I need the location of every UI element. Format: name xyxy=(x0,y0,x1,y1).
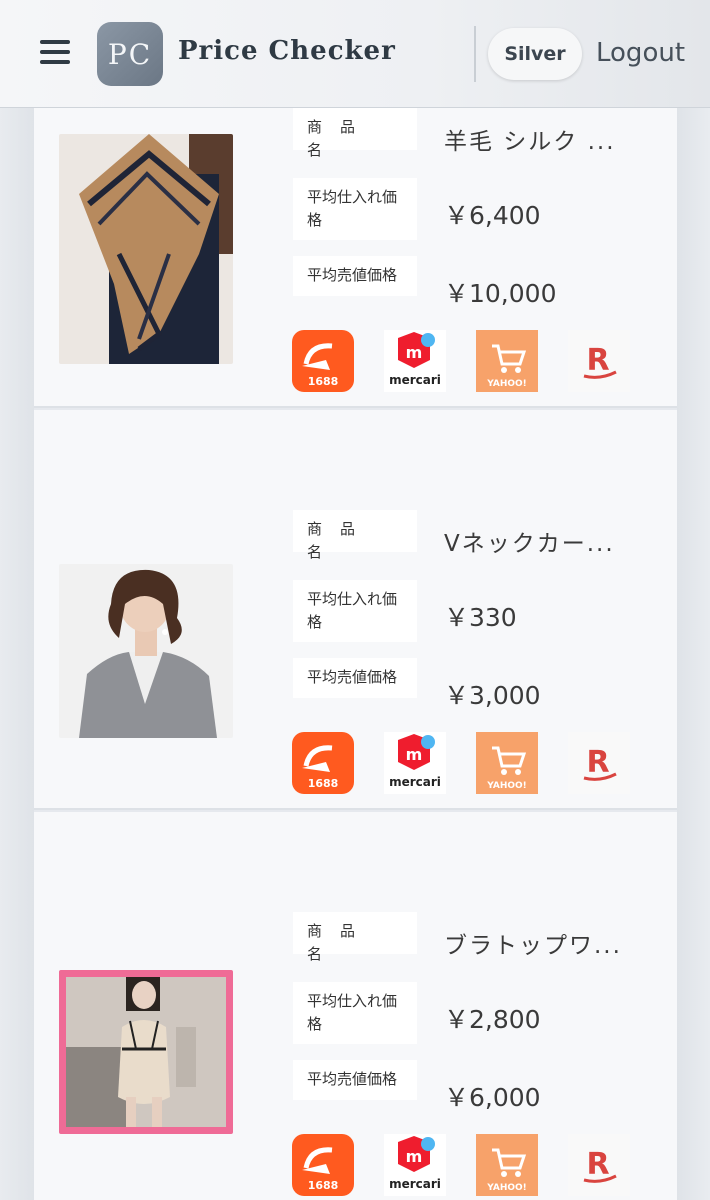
shop-1688-icon[interactable]: 1688 xyxy=(292,330,354,392)
label-avg-cost: 平均仕入れ価格 xyxy=(293,580,417,642)
label-product-name: 商品名 xyxy=(293,108,417,159)
avg-cost-value: ￥330 xyxy=(444,603,517,632)
product-card[interactable]: 商品名 ブラトップワ... 平均仕入れ価格 ￥2,800 平均売値価格 ￥6,0… xyxy=(34,812,677,1200)
svg-text:m: m xyxy=(406,1147,423,1166)
avg-sell-value: ￥6,000 xyxy=(444,1083,541,1112)
rakuten-icon[interactable]: R xyxy=(568,732,630,794)
app-header: PC Price Checker Silver Logout xyxy=(0,0,710,108)
app-title: Price Checker xyxy=(178,36,396,66)
svg-text:mercari: mercari xyxy=(389,1177,441,1191)
label-avg-cost: 平均仕入れ価格 xyxy=(293,178,417,240)
rakuten-icon[interactable]: R xyxy=(568,1134,630,1196)
svg-text:R: R xyxy=(586,1147,609,1182)
product-name: 羊毛 シルク ... xyxy=(444,129,616,155)
header-divider xyxy=(474,26,476,82)
yahoo-shopping-icon[interactable]: YAHOO! xyxy=(476,330,538,392)
label-avg-sell: 平均売値価格 xyxy=(293,658,417,698)
avg-sell-value: ￥3,000 xyxy=(444,681,541,710)
rakuten-icon[interactable]: R xyxy=(568,330,630,392)
product-card[interactable]: 商品名 Vネックカー... 平均仕入れ価格 ￥330 平均売値価格 ￥3,000… xyxy=(34,410,677,810)
yahoo-shopping-icon[interactable]: YAHOO! xyxy=(476,732,538,794)
svg-text:1688: 1688 xyxy=(308,1179,339,1192)
svg-text:YAHOO!: YAHOO! xyxy=(486,781,527,791)
svg-text:m: m xyxy=(406,745,423,764)
product-image-dress[interactable] xyxy=(59,970,233,1134)
yahoo-shopping-icon[interactable]: YAHOO! xyxy=(476,1134,538,1196)
product-card[interactable]: 商品名 羊毛 シルク ... 平均仕入れ価格 ￥6,400 平均売値価格 ￥10… xyxy=(34,108,677,408)
avg-cost-value: ￥6,400 xyxy=(444,201,541,230)
left-margin xyxy=(0,108,34,1200)
product-name: ブラトップワ... xyxy=(444,933,622,959)
avg-cost-value: ￥2,800 xyxy=(444,1005,541,1034)
label-product-name: 商品名 xyxy=(293,510,417,561)
label-product-name: 商品名 xyxy=(293,912,417,963)
svg-text:1688: 1688 xyxy=(308,375,339,388)
svg-text:R: R xyxy=(586,343,609,378)
right-margin xyxy=(677,108,710,1200)
label-avg-sell: 平均売値価格 xyxy=(293,1060,417,1100)
mercari-icon[interactable]: m mercari xyxy=(384,1134,446,1196)
label-avg-cost: 平均仕入れ価格 xyxy=(293,982,417,1044)
svg-text:YAHOO!: YAHOO! xyxy=(486,1183,527,1193)
app-logo: PC xyxy=(97,22,163,86)
svg-text:1688: 1688 xyxy=(308,777,339,790)
plan-badge: Silver xyxy=(488,28,582,80)
svg-text:YAHOO!: YAHOO! xyxy=(486,379,527,389)
shop-1688-icon[interactable]: 1688 xyxy=(292,1134,354,1196)
shop-1688-icon[interactable]: 1688 xyxy=(292,732,354,794)
avg-sell-value: ￥10,000 xyxy=(444,279,557,308)
product-image-cardigan[interactable] xyxy=(59,564,233,738)
product-name: Vネックカー... xyxy=(444,531,615,557)
label-avg-sell: 平均売値価格 xyxy=(293,256,417,296)
mercari-icon[interactable]: m mercari xyxy=(384,732,446,794)
logout-link[interactable]: Logout xyxy=(596,38,685,68)
menu-icon[interactable] xyxy=(40,40,70,66)
svg-text:m: m xyxy=(406,343,423,362)
product-image-scarf[interactable] xyxy=(59,134,233,364)
svg-text:mercari: mercari xyxy=(389,373,441,387)
svg-text:R: R xyxy=(586,745,609,780)
mercari-icon[interactable]: m mercari xyxy=(384,330,446,392)
svg-text:mercari: mercari xyxy=(389,775,441,789)
